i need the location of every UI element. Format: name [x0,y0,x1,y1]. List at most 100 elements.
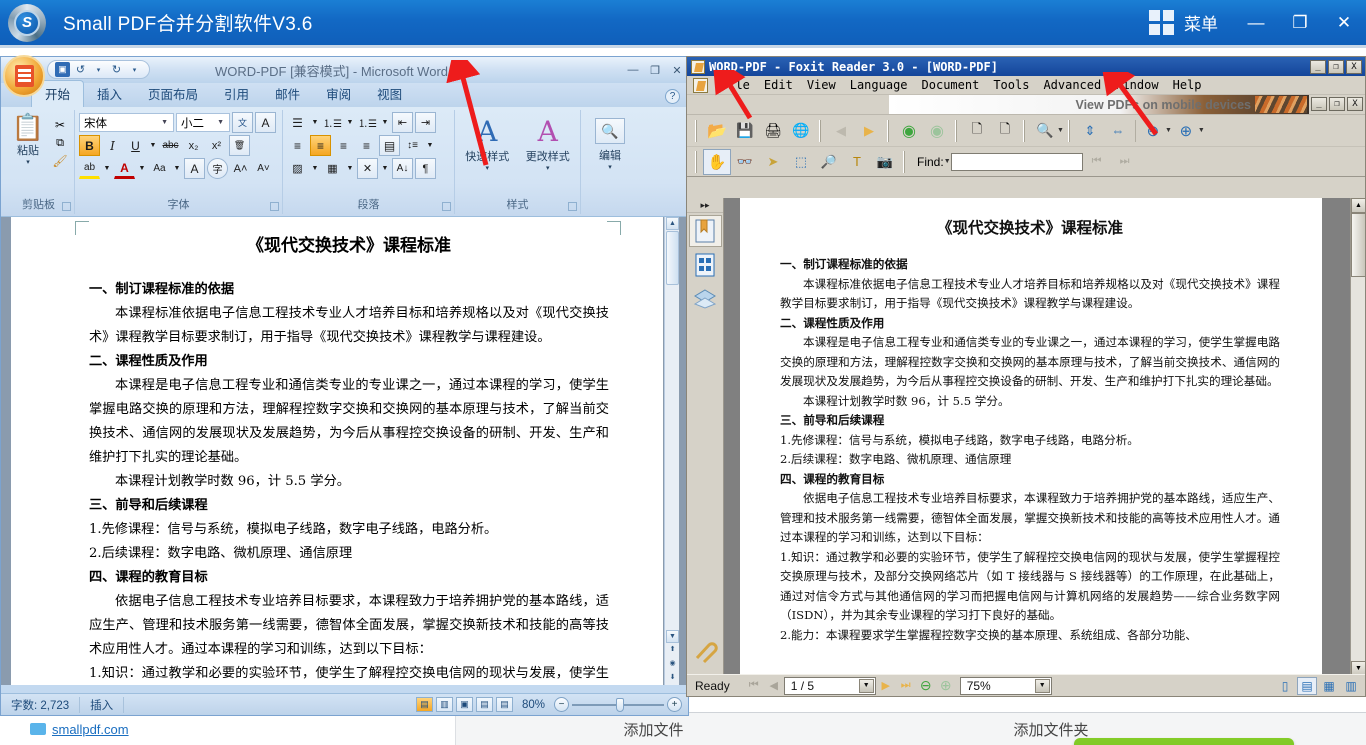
zoom-in-dropdown-icon[interactable]: ▼ [1198,127,1205,134]
change-case-dropdown-icon[interactable]: ▼ [172,158,182,179]
foxit-page-area[interactable]: 《现代交换技术》课程标准 一、制订课程标准的依据 本课程标准依据电子信息工程技术… [725,198,1337,676]
menu-language[interactable]: Language [843,77,915,93]
show-formatting-marks-icon[interactable]: ¶ [415,158,436,179]
font-name-combo[interactable]: 宋体 ▼ [79,113,174,132]
quick-styles-button[interactable]: A 快速样式 ▾ [459,116,516,173]
menu-help[interactable]: Help [1166,77,1209,93]
page-number-box[interactable]: 1 / 5 ▼ [783,676,876,695]
draft-view-icon[interactable]: ▤ [495,697,513,712]
font-color-icon[interactable]: A [114,158,135,179]
toolbar-grip-3[interactable] [887,119,891,142]
clipboard-dialog-launcher[interactable] [62,202,71,211]
tab-page-layout[interactable]: 页面布局 [135,81,211,107]
fit-width-icon[interactable]: ⇔ [1104,118,1132,144]
email-icon[interactable]: 🌐 [787,118,815,144]
select-browse-object-button[interactable]: ◉ [666,658,679,671]
zoom-tool-icon[interactable]: 🔍 [1031,118,1059,144]
editing-button[interactable]: 🔍 编辑 ▾ [585,112,635,171]
hand-tool-icon[interactable]: ✋ [703,148,731,175]
justify-icon[interactable]: ≡ [356,135,377,156]
cut-icon[interactable]: ✂ [51,116,69,134]
thumbnails-icon[interactable] [689,249,722,281]
word-zoom-level[interactable]: 80% [516,699,551,711]
grow-font-icon[interactable]: A˄ [230,158,251,179]
find-dropdown-icon[interactable]: ▼ [944,158,951,165]
subscript-button[interactable]: x₂ [183,135,204,156]
smallpdf-website-link-area[interactable]: smallpdf.com [0,713,456,745]
undo-icon[interactable]: ↺ [73,62,88,77]
paste-button[interactable]: 📋 粘贴 ▾ [7,112,49,170]
enclose-character-icon[interactable]: 字 [207,158,228,179]
customize-qat-icon[interactable]: ▾ [127,62,142,77]
add-folder-button[interactable]: 添加文件夹 [851,719,1251,740]
menu-document[interactable]: Document [915,77,987,93]
select-tool-icon[interactable]: ➤ [759,149,787,175]
layers-icon[interactable] [689,283,722,315]
tab-insert[interactable]: 插入 [84,81,135,107]
distributed-align-icon[interactable]: ▤ [379,135,400,156]
word-restore-button[interactable]: ❐ [644,64,666,77]
font-size-combo[interactable]: 小二 ▼ [176,113,230,132]
web-layout-view-icon[interactable]: ▣ [455,697,473,712]
clear-formatting-icon[interactable]: 🗑 [229,135,250,156]
reading-glasses-icon[interactable]: 👓 [731,149,759,175]
line-spacing-dropdown-icon[interactable]: ▼ [425,135,435,156]
align-left-icon[interactable]: ≡ [287,135,308,156]
zoom-in-icon[interactable]: ⊕ [1172,118,1200,144]
zoom-in-button[interactable]: + [667,697,682,712]
italic-button[interactable]: I [102,135,123,156]
phonetic-guide-icon[interactable]: 文 [232,112,253,133]
print-icon[interactable]: 🖨 [759,118,787,144]
toolbar-grip-4[interactable] [955,119,959,142]
borders-dropdown-icon[interactable]: ▼ [345,158,355,179]
redo-icon[interactable]: ↻ [109,62,124,77]
zoom-out-dropdown-icon[interactable]: ▼ [1165,127,1172,134]
next-view-icon[interactable]: ▶ [855,118,883,144]
previous-page-button[interactable]: ⬆ [666,644,679,657]
next-page-button[interactable]: ⬇ [666,672,679,685]
zoom-out-icon[interactable]: ⊖ [1139,118,1167,144]
fit-page-icon[interactable]: ⇕ [1076,118,1104,144]
decrease-indent-icon[interactable]: ⇤ [392,112,413,133]
word-close-button[interactable]: ✕ [666,64,688,77]
zoom-level-box[interactable]: 75% ▼ [959,676,1052,695]
multilevel-dropdown-icon[interactable]: ▼ [380,112,390,133]
shading-dropdown-icon[interactable]: ▼ [310,158,320,179]
foxit-advertisement[interactable]: View PDFs on mobile devices [889,95,1309,114]
shading-icon[interactable]: ▨ [287,158,308,179]
single-page-view-icon[interactable]: ▯ [1275,677,1295,695]
menu-advanced[interactable]: Advanced [1036,77,1108,93]
help-icon[interactable]: ? [665,89,680,104]
continuous-view-icon[interactable]: ▤ [1297,676,1317,695]
doc-restore-button[interactable]: ❐ [1329,97,1345,111]
word-scroll-thumb[interactable] [666,231,679,285]
change-case-icon[interactable]: Aa [149,158,170,179]
shrink-font-icon[interactable]: A˅ [253,158,274,179]
doc-minimize-button[interactable]: _ [1311,97,1327,111]
underline-dropdown-icon[interactable]: ▼ [148,135,158,156]
rotate-clockwise-icon[interactable]: 🗋 [963,118,991,144]
text-highlight-icon[interactable]: ab [79,158,100,179]
menu-tools[interactable]: Tools [986,77,1036,93]
toolbar-grip[interactable] [695,119,699,142]
smallpdf-website-link[interactable]: smallpdf.com [52,722,129,737]
highlight-dropdown-icon[interactable]: ▼ [102,158,112,179]
find-grip[interactable] [903,150,907,173]
font-dialog-launcher[interactable] [270,202,279,211]
menu-file[interactable]: File [714,77,757,93]
previous-page-icon[interactable]: ◉ [895,118,923,144]
outline-view-icon[interactable]: ▤ [475,697,493,712]
bold-button[interactable]: B [79,135,100,156]
strikethrough-button[interactable]: abc [160,135,181,156]
tab-mailings[interactable]: 邮件 [262,81,313,107]
asian-layout-dropdown-icon[interactable]: ▼ [380,158,390,179]
status-zoom-in-button[interactable]: ⊕ [936,677,956,695]
pdf-scroll-up-button[interactable]: ▲ [1351,198,1366,213]
find-previous-icon[interactable]: ⏮ [1083,149,1111,175]
word-vertical-scrollbar[interactable]: ▲ ▼ ⬆ ◉ ⬇ [664,217,679,685]
save-icon[interactable]: ▣ [55,62,70,77]
word-document-text[interactable]: 《现代交换技术》课程标准 一、制订课程标准的依据 本课程标准依据电子信息工程技术… [89,227,609,685]
word-minimize-button[interactable]: — [622,64,644,76]
start-convert-button[interactable]: 开始转换 [1074,738,1294,745]
snapshot-camera-icon[interactable]: 📷 [871,149,899,175]
